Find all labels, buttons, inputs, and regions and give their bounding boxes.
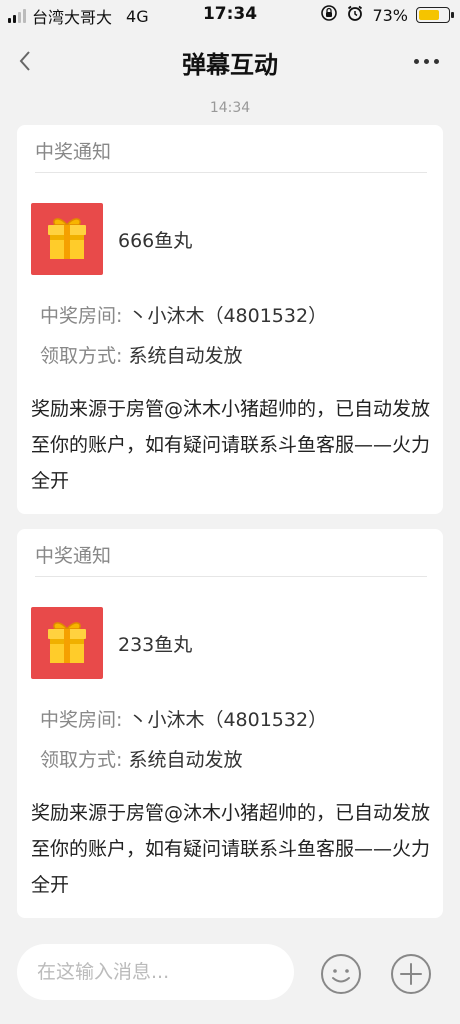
- room-value: 丶小沐木（4801532）: [128, 305, 328, 327]
- network-type: 4G: [126, 6, 149, 26]
- more-dots-icon: [413, 58, 419, 64]
- method-row: 领取方式: 系统自动发放: [40, 341, 242, 368]
- prize-description: 奖励来源于房管@沐木小猪超帅的，已自动发放至你的账户，如有疑问请联系斗鱼客服——…: [31, 802, 431, 896]
- nav-bar: 弹幕互动: [0, 30, 460, 92]
- method-value: 系统自动发放: [128, 345, 243, 367]
- add-button[interactable]: [390, 953, 432, 995]
- card-header: 中奖通知: [35, 137, 427, 173]
- message-timestamp: 14:34: [209, 100, 251, 116]
- room-value: 丶小沐木（4801532）: [128, 709, 328, 731]
- room-row: 中奖房间: 丶小沐木（4801532）: [40, 301, 327, 328]
- message-input[interactable]: [37, 961, 277, 983]
- emoji-button[interactable]: [320, 953, 362, 995]
- room-label: 中奖房间:: [40, 305, 123, 327]
- method-label: 领取方式:: [40, 749, 123, 771]
- more-dot: [433, 58, 439, 64]
- prize-amount: 233鱼丸: [118, 634, 193, 656]
- battery-icon: [416, 7, 454, 23]
- rotation-lock-icon: [320, 4, 338, 26]
- method-value: 系统自动发放: [128, 749, 243, 771]
- alarm-icon: [346, 4, 364, 26]
- prize-notification-card: 中奖通知 666鱼丸 中奖房间: 丶小沐木（4801532） 领取方式: 系统自…: [17, 125, 443, 514]
- chevron-left-icon: [19, 51, 30, 71]
- plus-icon: [391, 954, 431, 994]
- page-title: 弹幕互动: [182, 51, 278, 79]
- card-header: 中奖通知: [35, 541, 427, 577]
- gift-box-icon: [31, 607, 103, 679]
- battery-level: [419, 10, 440, 20]
- prize-notification-card: 中奖通知 233鱼丸 中奖房间: 丶小沐木（4801532） 领取方式: 系统自…: [17, 529, 443, 918]
- method-row: 领取方式: 系统自动发放: [40, 745, 242, 772]
- back-button[interactable]: [10, 44, 40, 78]
- prize-description: 奖励来源于房管@沐木小猪超帅的，已自动发放至你的账户，如有疑问请联系斗鱼客服——…: [31, 398, 431, 492]
- more-dot: [423, 58, 429, 64]
- carrier-name: 台湾大哥大: [32, 8, 113, 27]
- status-right: 73%: [320, 4, 454, 26]
- prize-amount: 666鱼丸: [118, 230, 193, 252]
- status-bar: 台湾大哥大 4G 17:34 73%: [0, 0, 460, 30]
- battery-percent: 73%: [372, 5, 408, 25]
- emoji-icon: [321, 954, 361, 994]
- method-label: 领取方式:: [40, 345, 123, 367]
- gift-box-icon: [31, 203, 103, 275]
- room-label: 中奖房间:: [40, 709, 123, 731]
- message-input-container: [17, 944, 294, 1000]
- room-row: 中奖房间: 丶小沐木（4801532）: [40, 705, 327, 732]
- more-button[interactable]: [406, 48, 446, 74]
- signal-icon: [8, 9, 26, 23]
- status-left: 台湾大哥大 4G: [8, 4, 149, 28]
